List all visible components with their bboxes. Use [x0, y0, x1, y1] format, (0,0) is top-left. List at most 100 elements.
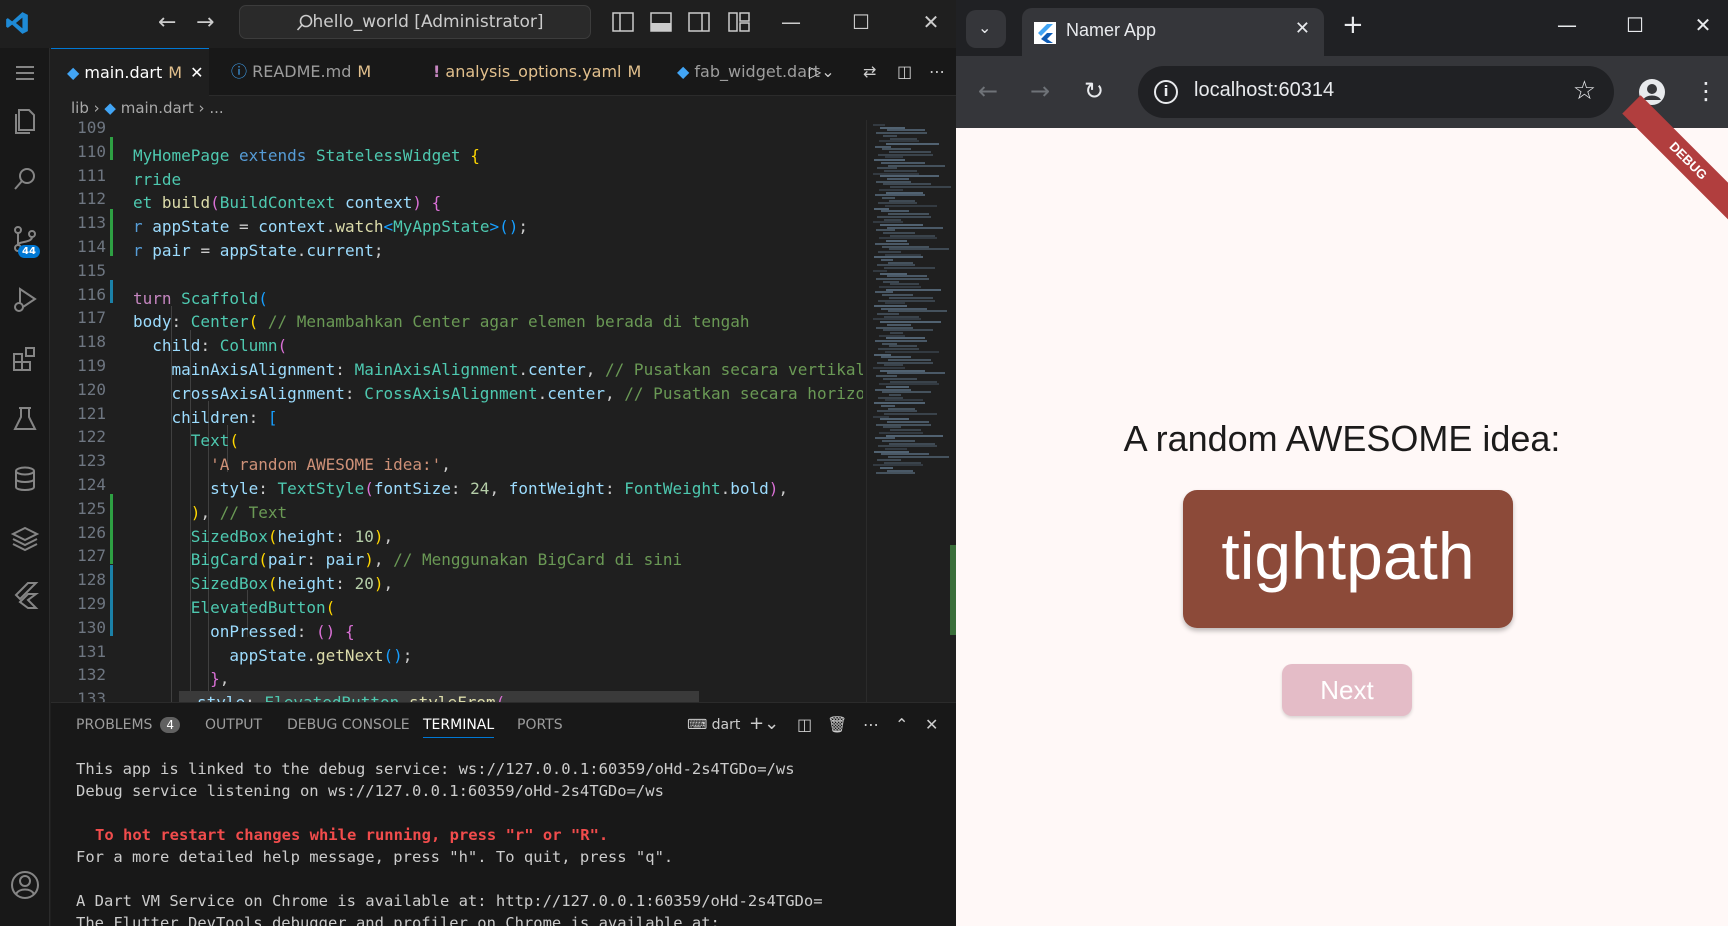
minimap-line	[877, 215, 931, 218]
explorer-icon[interactable]	[8, 104, 42, 138]
extensions-icon[interactable]	[8, 342, 42, 376]
terminal[interactable]: This app is linked to the debug service:…	[51, 748, 956, 926]
more-actions-icon[interactable]: ⋯	[863, 715, 879, 734]
tab-ports[interactable]: PORTS	[517, 717, 563, 733]
url-text: localhost:60314	[1194, 79, 1335, 101]
minimap-line	[887, 178, 909, 180]
customize-layout-icon[interactable]	[728, 12, 750, 32]
bookmark-star-icon[interactable]: ☆	[1573, 76, 1596, 106]
modified-badge: M	[357, 62, 372, 81]
minimap-line	[876, 180, 911, 183]
minimize-icon[interactable]: —	[776, 10, 806, 34]
line-number: 130	[77, 617, 106, 637]
account-icon[interactable]	[8, 868, 42, 902]
toggle-secondary-sidebar-icon[interactable]	[688, 12, 710, 32]
forward-arrow-icon[interactable]: →	[196, 12, 214, 34]
minimap-line	[873, 172, 919, 175]
minimap-line	[873, 464, 923, 467]
tab-analysis-options[interactable]: ! analysis_options.yaml M	[421, 48, 661, 96]
tab-output[interactable]: OUTPUT	[205, 717, 262, 733]
minimap-line	[881, 161, 925, 164]
code-line: BigCard(pair: pair), // Menggunakan BigC…	[190, 550, 683, 569]
minimap-line	[874, 450, 909, 453]
back-arrow-icon[interactable]: ←	[978, 78, 998, 104]
next-button[interactable]: Next	[1282, 664, 1412, 716]
minimap-line	[884, 267, 935, 270]
layers-icon[interactable]	[8, 522, 42, 556]
code-editor[interactable]: 109 110 111 112 113 114 115 116 117 118 119 120 121 1…	[51, 120, 863, 702]
new-terminal-icon[interactable]: +⌄	[749, 713, 779, 734]
maximize-panel-icon[interactable]: ⌃	[895, 715, 908, 734]
close-window-icon[interactable]: ✕	[916, 10, 946, 34]
minimap-line	[879, 334, 905, 337]
chrome-tabstrip: ⌄ Namer App ✕ + — ☐ ✕	[956, 0, 1728, 56]
tab-title: Namer App	[1066, 20, 1157, 40]
search-icon[interactable]	[8, 162, 42, 196]
chevron-right-icon: ›	[93, 99, 105, 117]
terminal-shell-selector[interactable]: ⌨ dart	[687, 717, 740, 733]
menu-kebab-icon[interactable]: ⋮	[1694, 78, 1718, 104]
maximize-icon[interactable]: ☐	[846, 10, 876, 34]
minimap-line	[887, 421, 929, 423]
minimap-line	[889, 345, 917, 348]
chevron-down-icon: ⌄	[978, 18, 992, 37]
browser-tab[interactable]: Namer App ✕	[1022, 8, 1324, 56]
tab-problems[interactable]: PROBLEMS 4	[76, 717, 181, 733]
minimap-line	[879, 188, 903, 191]
breadcrumb-rest[interactable]: ...	[209, 99, 223, 117]
address-bar[interactable]: i localhost:60314 ☆	[1138, 66, 1614, 118]
minimap-line	[883, 280, 899, 283]
minimap-line	[876, 229, 895, 232]
close-panel-icon[interactable]: ✕	[925, 715, 938, 734]
menu-icon[interactable]	[8, 56, 42, 90]
line-number: 128	[77, 570, 106, 590]
tab-main-dart[interactable]: ◆ main.dart M ✕	[51, 48, 209, 96]
minimap-line	[885, 399, 923, 402]
app-heading: A random AWESOME idea:	[1123, 418, 1561, 459]
new-tab-icon[interactable]: +	[1342, 12, 1364, 38]
minimap-line	[876, 375, 897, 378]
maximize-icon[interactable]: ☐	[1620, 14, 1650, 36]
tab-search-button[interactable]: ⌄	[966, 10, 1006, 48]
toggle-panel-icon[interactable]	[650, 12, 672, 32]
site-info-icon[interactable]: i	[1154, 80, 1178, 104]
more-actions-icon[interactable]: ⋯	[929, 62, 945, 81]
command-center-search[interactable]: hello_world [Administrator]	[239, 5, 591, 39]
trash-icon[interactable]: 🗑	[827, 715, 847, 734]
close-icon[interactable]: ✕	[190, 63, 203, 82]
minimap-line	[878, 202, 917, 205]
run-debug-dropdown-icon[interactable]: ▷⌄	[809, 62, 835, 81]
tab-terminal[interactable]: TERMINAL	[423, 717, 495, 738]
close-tab-icon[interactable]: ✕	[1295, 18, 1310, 39]
minimap-line	[882, 294, 913, 297]
forward-arrow-icon[interactable]: →	[1030, 78, 1050, 104]
run-debug-icon[interactable]	[8, 282, 42, 316]
flutter-icon[interactable]	[8, 578, 42, 612]
code-line: ), // Text	[190, 503, 288, 522]
back-arrow-icon[interactable]: ←	[158, 12, 176, 34]
breadcrumb-folder[interactable]: lib	[71, 99, 89, 117]
close-window-icon[interactable]: ✕	[1688, 14, 1718, 36]
split-terminal-icon[interactable]: ◫	[797, 715, 812, 734]
reload-icon[interactable]: ↻	[1084, 78, 1104, 104]
breadcrumb-file[interactable]: main.dart	[121, 99, 194, 117]
compare-changes-icon[interactable]: ⇄	[863, 62, 876, 81]
minimap-line	[890, 380, 937, 383]
split-editor-icon[interactable]: ◫	[897, 62, 912, 81]
minimap-line	[875, 291, 893, 294]
code-line: MyHomePage extends StatelessWidget {	[133, 146, 480, 165]
minimap-line	[884, 315, 919, 318]
code-line: mainAxisAlignment: MainAxisAlignment.cen…	[171, 360, 863, 379]
minimap[interactable]	[866, 120, 956, 702]
minimap-line	[889, 248, 949, 251]
tab-debug-console[interactable]: DEBUG CONSOLE	[287, 717, 410, 733]
git-added-marker	[110, 137, 113, 160]
minimap-line	[881, 259, 893, 261]
testing-icon[interactable]	[8, 402, 42, 436]
minimap-line	[876, 423, 931, 426]
minimap-line	[888, 213, 929, 216]
database-icon[interactable]	[8, 462, 42, 496]
toggle-primary-sidebar-icon[interactable]	[612, 12, 634, 32]
minimize-icon[interactable]: —	[1552, 14, 1582, 36]
tab-readme[interactable]: ⓘ README.md M	[231, 48, 421, 96]
